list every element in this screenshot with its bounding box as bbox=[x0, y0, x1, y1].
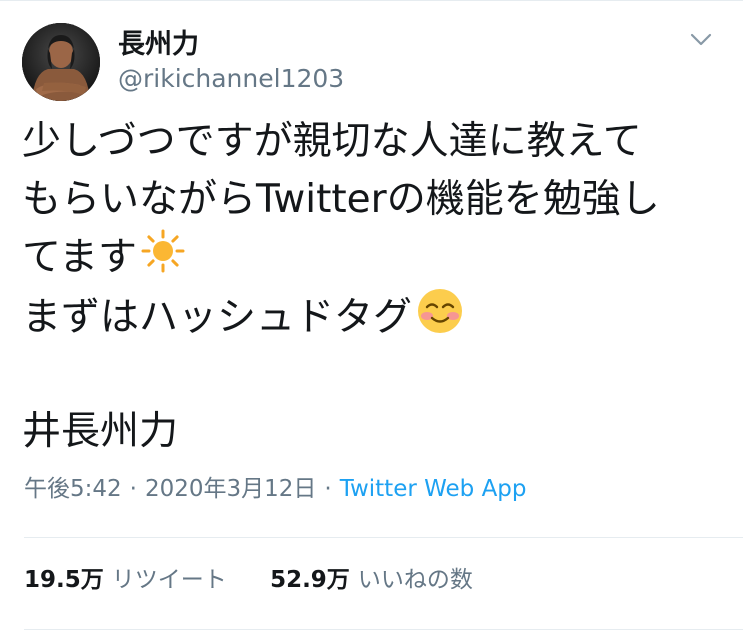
retweets-stat[interactable]: 19.5万 リツイート bbox=[24, 564, 227, 596]
tweet-time[interactable]: 午後5:42 bbox=[24, 476, 122, 502]
likes-stat[interactable]: 52.9万 いいねの数 bbox=[270, 564, 473, 596]
tweet-text: 少しづつですが親切な人達に教えて もらいながらTwitterの機能を勉強し てま… bbox=[22, 113, 722, 461]
tweet-header: 長州力 @rikichannel1203 bbox=[22, 23, 723, 103]
tweet-line-3: てます bbox=[22, 229, 722, 287]
avatar[interactable] bbox=[22, 23, 100, 101]
tweet-line-4: まずはハッシュドタグ bbox=[22, 287, 722, 345]
tweet-line-2: もらいながらTwitterの機能を勉強し bbox=[22, 177, 660, 222]
retweets-label: リツイート bbox=[111, 567, 227, 593]
meta-separator: · bbox=[129, 476, 137, 502]
tweet-meta: 午後5:42 · 2020年3月12日 · Twitter Web App bbox=[24, 473, 527, 505]
likes-count: 52.9万 bbox=[270, 567, 350, 593]
tweet-date[interactable]: 2020年3月12日 bbox=[145, 476, 316, 502]
avatar-photo bbox=[22, 23, 100, 101]
chevron-down-icon[interactable] bbox=[687, 25, 715, 53]
user-display-name[interactable]: 長州力 bbox=[118, 28, 199, 62]
user-handle[interactable]: @rikichannel1203 bbox=[118, 63, 344, 95]
likes-label: いいねの数 bbox=[357, 567, 473, 593]
tweet-card: 長州力 @rikichannel1203 少しづつですが親切な人達に教えて もら… bbox=[0, 0, 743, 642]
tweet-line-1: 少しづつですが親切な人達に教えて bbox=[22, 119, 642, 164]
divider-bottom bbox=[24, 629, 743, 630]
divider bbox=[24, 537, 743, 538]
tweet-stats: 19.5万 リツイート 52.9万 いいねの数 bbox=[24, 564, 509, 596]
tweet-line-5: 井長州力 bbox=[22, 409, 179, 454]
meta-separator-2: · bbox=[324, 476, 332, 502]
retweets-count: 19.5万 bbox=[24, 567, 104, 593]
tweet-line-3-text: てます bbox=[22, 235, 138, 280]
sun-emoji bbox=[141, 229, 185, 290]
smiling-face-emoji bbox=[416, 287, 464, 352]
tweet-line-4-text: まずはハッシュドタグ bbox=[22, 295, 413, 340]
tweet-source-link[interactable]: Twitter Web App bbox=[340, 476, 527, 502]
